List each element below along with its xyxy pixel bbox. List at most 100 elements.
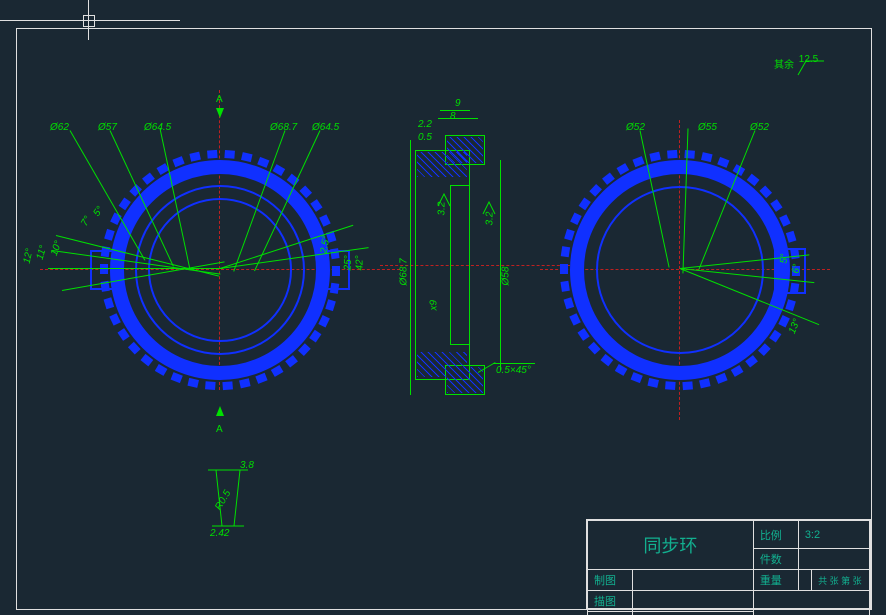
gear-tooth [298,343,311,356]
gear-tooth [187,378,199,388]
drawing-title: 同步环 [643,536,697,556]
drawing-canvas[interactable]: Ø62 Ø57 Ø64.5 Ø68.7 Ø64.5 12° 11° 10° 7°… [0,0,886,615]
gear-tooth [142,172,155,184]
gear-teeth-back [560,150,800,390]
dim-d68a: Ø68.7 [270,122,297,133]
detail-3p8: 3.8 [240,460,254,471]
gear-tooth [119,197,131,210]
gear-tooth [602,172,615,184]
gear-tooth [779,214,791,226]
tb-page: 共 张 第 张 [818,576,862,586]
angle-7: 7° [79,214,93,228]
gear-tooth [786,231,797,243]
gear-tooth [273,164,286,176]
gear-tooth [785,299,796,311]
gear-tooth [299,185,312,198]
angle-11: 11° [35,244,50,261]
section-view [390,130,540,390]
gear-tooth [564,229,575,241]
dim-d64b: Ø64.5 [312,122,339,133]
gear-tooth [224,150,235,159]
gear-tooth [577,328,589,341]
sec-dim-9: 9 [455,98,461,109]
angle-10: 10° [49,239,65,257]
gear-tooth [699,378,711,388]
gear-tooth [632,156,644,167]
gear-tooth [171,372,183,383]
gear-tooth [758,343,771,356]
gear-tooth [649,152,661,162]
angle-25: 25° [343,255,355,270]
gear-tooth [104,229,115,241]
gear-tooth [222,381,233,390]
sec-dim-8: 8 [450,111,456,122]
gear-tooth [318,315,330,327]
gear-tooth [569,313,581,325]
gear-tooth [285,355,298,367]
gear-tooth [717,157,729,168]
gear-tooth [255,373,267,384]
gear-tooth [731,365,744,377]
angle-12: 12° [22,248,36,265]
section-arrow-bottom-icon [216,406,224,416]
gear-tooth [241,152,253,162]
tb-row-trace: 描图 [594,596,616,608]
gear-tooth [257,157,269,168]
gear-tooth [560,281,569,292]
gear-tooth [701,152,713,162]
sec-dim-0p5: 0.5 [418,132,432,143]
gear-tooth [564,297,575,309]
section-A-top: A [216,94,223,105]
gear-tooth [325,299,336,311]
tb-weight-label: 重量 [760,575,782,587]
sec-dim-2p2: 2.2 [418,119,432,130]
gear-tooth [128,342,141,355]
dim-d62: Ø62 [50,122,69,133]
gear-tooth [770,199,782,212]
tb-qty-label: 件数 [760,554,782,566]
gear-tooth [667,150,678,159]
tb-row-draw: 制图 [594,575,616,587]
back-d52b: Ø52 [750,122,769,133]
back-ang-5: 5° [779,253,791,263]
gear-tooth [747,174,760,186]
section-A-bottom: A [216,424,223,435]
sec-chamfer: 0.5×45° [496,365,531,376]
gear-tooth [172,156,184,167]
gear-tooth [665,381,676,390]
tb-scale-label: 比例 [760,530,782,542]
back-ang-6: 6° [791,263,803,274]
gear-tooth [310,199,322,212]
gear-tooth [745,355,758,367]
gear-tooth [109,313,121,325]
gear-tooth [104,297,115,309]
gear-tooth [631,372,643,383]
sec-dim-d68b: Ø68.7 [399,258,410,285]
section-arrow-top-icon [216,108,224,118]
surface-finish-note: 其余 12.5 [774,56,816,71]
surface-finish-label: 其余 [774,60,794,71]
dim-d64a: Ø64.5 [144,122,171,133]
surface-finish-3p2-a [436,192,456,208]
angle-42: 42° [355,255,366,270]
back-d52a: Ø52 [626,122,645,133]
gear-tooth [319,214,331,226]
gear-tooth [682,381,693,390]
gear-tooth [239,378,251,388]
gear-tooth [309,330,321,343]
tb-scale-value: 3:2 [805,529,820,541]
gear-tooth [615,364,628,376]
gear-tooth [271,365,284,377]
sec-dim-x9: x9 [429,300,440,311]
gear-tooth [205,381,216,390]
surface-finish-3p2-b [481,200,501,216]
title-block: 同步环 比例 3:2 件数 制图 重量 共 张 第 张 描图 [586,519,871,609]
gear-tooth [207,150,218,159]
back-view [560,150,800,390]
dim-d57: Ø57 [98,122,117,133]
gear-tooth [117,328,129,341]
gear-tooth [769,330,781,343]
back-d55: Ø55 [698,122,717,133]
gear-tooth [155,364,168,376]
gear-tooth [560,264,568,274]
